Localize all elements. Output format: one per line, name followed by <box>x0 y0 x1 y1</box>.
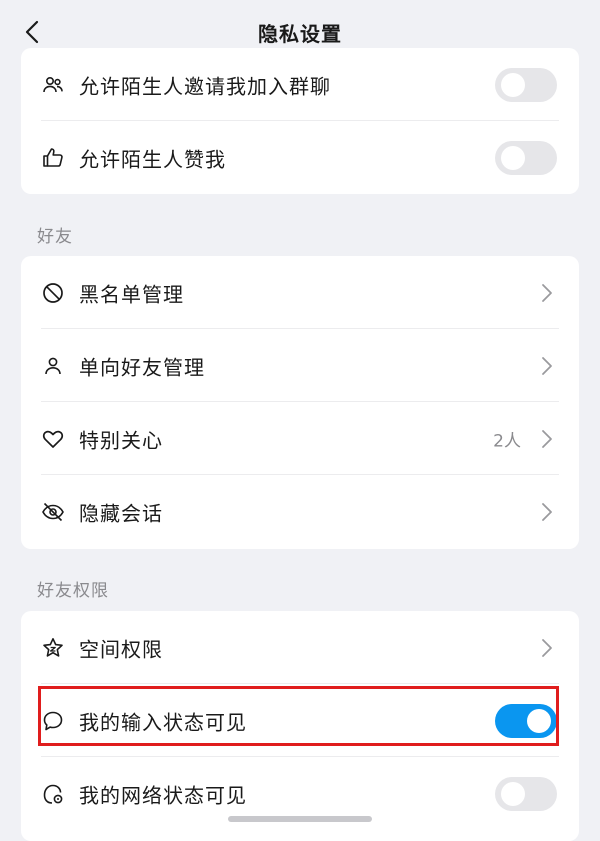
row-special-care[interactable]: 特别关心 2人 <box>21 402 579 475</box>
special-care-count: 2人 <box>493 431 521 451</box>
chevron-right-icon <box>542 283 552 302</box>
chevron-right-icon <box>542 502 552 521</box>
row-stranger-group-invite[interactable]: 允许陌生人邀请我加入群聊 <box>21 48 579 121</box>
toggle-knob <box>501 781 525 806</box>
thumbs-up-icon <box>41 146 65 170</box>
row-label: 隐藏会话 <box>79 501 163 525</box>
chevron-right-icon <box>542 638 552 657</box>
row-label: 黑名单管理 <box>79 282 184 306</box>
row-label: 空间权限 <box>79 637 163 661</box>
row-label: 单向好友管理 <box>79 355 205 379</box>
stranger-like-toggle[interactable] <box>495 140 557 175</box>
page-title: 隐私设置 <box>258 22 342 46</box>
toggle-knob <box>501 145 525 170</box>
toggle-knob <box>527 708 551 733</box>
row-label: 特别关心 <box>79 428 163 452</box>
toggle-knob <box>501 72 525 97</box>
stranger-settings-card: 允许陌生人邀请我加入群聊 允许陌生人赞我 <box>21 48 579 194</box>
row-label: 允许陌生人邀请我加入群聊 <box>79 74 331 98</box>
friends-card: 黑名单管理 单向好友管理 特别关心 2人 隐藏会话 <box>21 256 579 549</box>
row-label: 我的网络状态可见 <box>79 783 247 807</box>
row-space-permissions[interactable]: 空间权限 <box>21 611 579 684</box>
block-icon <box>41 281 65 305</box>
chevron-right-icon <box>542 356 552 375</box>
section-title-friends: 好友 <box>37 227 73 247</box>
person-icon <box>41 354 65 378</box>
typing-status-toggle[interactable] <box>495 703 557 738</box>
network-status-toggle[interactable] <box>495 776 557 811</box>
chevron-right-icon <box>542 429 552 448</box>
row-hidden-chats[interactable]: 隐藏会话 <box>21 475 579 548</box>
row-label: 允许陌生人赞我 <box>79 147 226 171</box>
section-title-friend-permissions: 好友权限 <box>37 581 109 601</box>
home-indicator <box>228 816 372 822</box>
eye-hidden-icon <box>41 500 65 524</box>
chat-bubble-icon <box>41 709 65 733</box>
star-icon <box>41 636 65 660</box>
row-blacklist[interactable]: 黑名单管理 <box>21 256 579 329</box>
stranger-group-invite-toggle[interactable] <box>495 67 557 102</box>
heart-icon <box>41 427 65 451</box>
row-label: 我的输入状态可见 <box>79 710 247 734</box>
people-icon <box>41 73 65 97</box>
row-stranger-like[interactable]: 允许陌生人赞我 <box>21 121 579 194</box>
friend-permissions-card: 空间权限 我的输入状态可见 我的网络状态可见 <box>21 611 579 841</box>
row-typing-status-visible[interactable]: 我的输入状态可见 <box>21 684 579 757</box>
network-status-icon <box>41 782 65 806</box>
row-one-way-friends[interactable]: 单向好友管理 <box>21 329 579 402</box>
